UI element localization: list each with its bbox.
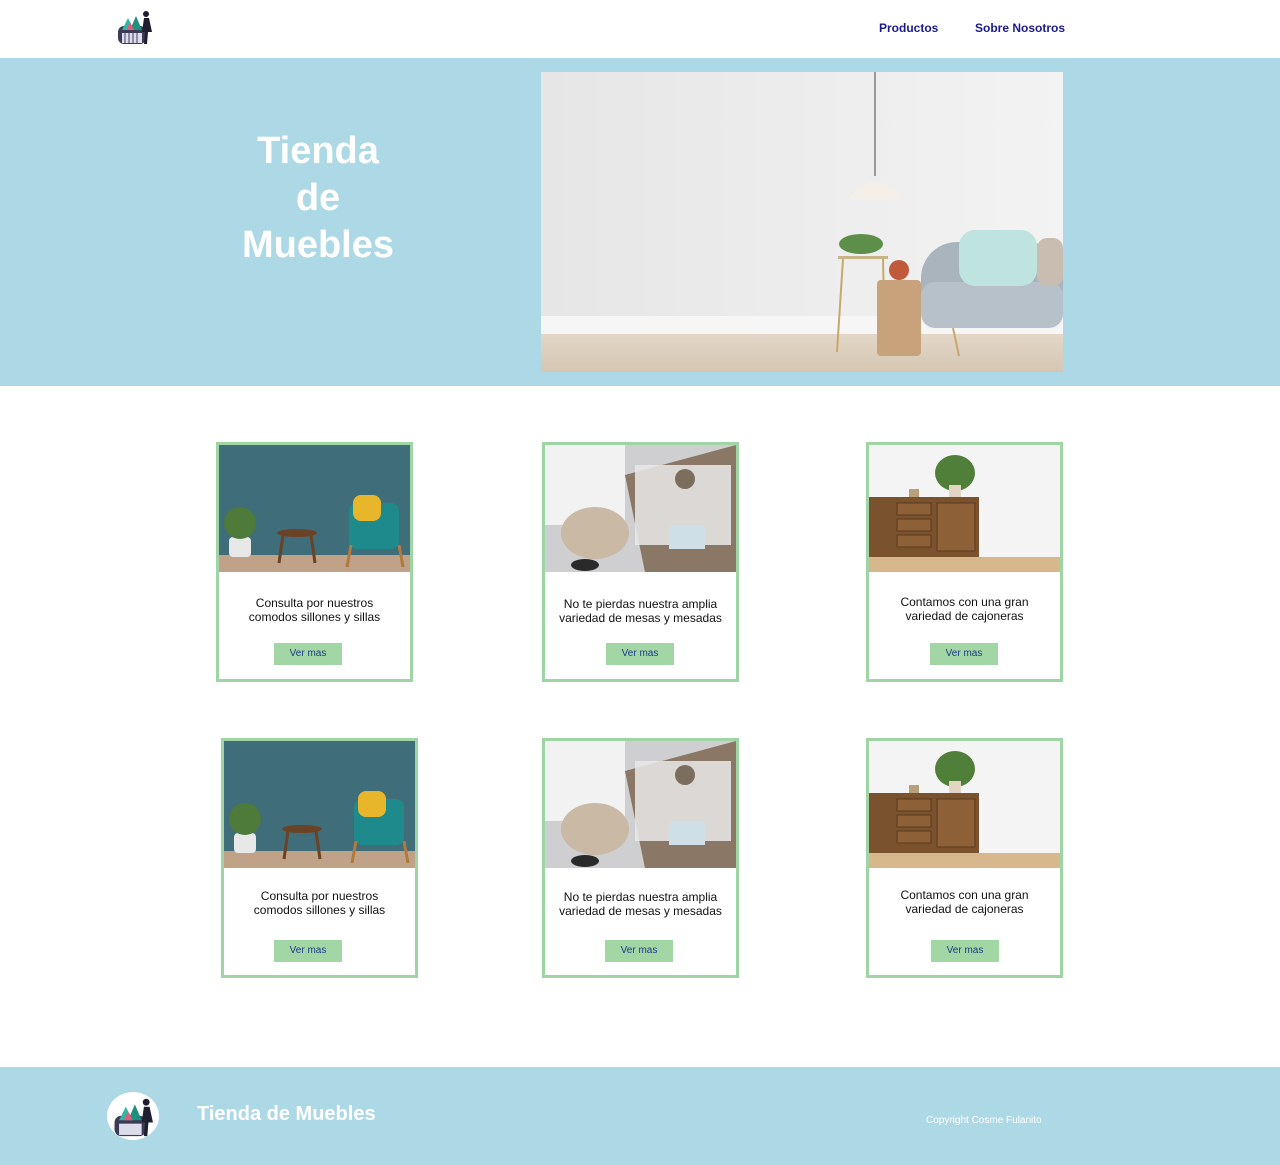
product-card-mesas: No te pierdas nuestra amplia variedad de… bbox=[542, 442, 739, 682]
card-description: No te pierdas nuestra amplia variedad de… bbox=[559, 597, 722, 625]
card-description: No te pierdas nuestra amplia variedad de… bbox=[559, 890, 722, 918]
card-description: Consulta por nuestros comodos sillones y… bbox=[253, 889, 386, 917]
bedside-table-image bbox=[545, 741, 736, 868]
ver-mas-button[interactable]: Ver mas bbox=[274, 643, 342, 665]
product-card-cajoneras: Contamos con una gran variedad de cajone… bbox=[866, 442, 1063, 682]
site-header: Productos Sobre Nosotros bbox=[0, 0, 1280, 58]
product-card-mesas: No te pierdas nuestra amplia variedad de… bbox=[542, 738, 739, 978]
hero-banner: Tienda de Muebles bbox=[0, 58, 1280, 386]
ver-mas-button[interactable]: Ver mas bbox=[930, 643, 998, 665]
product-card-sillones: Consulta por nuestros comodos sillones y… bbox=[216, 442, 413, 682]
hero-title-line: de bbox=[295, 177, 341, 219]
sideboard-image bbox=[869, 445, 1060, 572]
store-logo-icon bbox=[107, 1092, 159, 1140]
nav-productos[interactable]: Productos bbox=[879, 21, 938, 35]
product-card-sillones: Consulta por nuestros comodos sillones y… bbox=[221, 738, 418, 978]
nav-sobre-nosotros[interactable]: Sobre Nosotros bbox=[975, 21, 1065, 35]
ver-mas-button[interactable]: Ver mas bbox=[931, 940, 999, 962]
product-card-cajoneras: Contamos con una gran variedad de cajone… bbox=[866, 738, 1063, 978]
armchair-image bbox=[224, 741, 415, 868]
hero-title-line: Muebles bbox=[241, 224, 395, 266]
card-description: Contamos con una gran variedad de cajone… bbox=[900, 595, 1029, 623]
ver-mas-button[interactable]: Ver mas bbox=[274, 940, 342, 962]
armchair-image bbox=[219, 445, 410, 572]
ver-mas-button[interactable]: Ver mas bbox=[605, 940, 673, 962]
hero-title-line: Tienda bbox=[257, 130, 379, 172]
site-footer: Tienda de Muebles Copyright Cosme Fulani… bbox=[0, 1067, 1280, 1165]
hero-title: Tienda de Muebles bbox=[218, 128, 418, 269]
sideboard-image bbox=[869, 741, 1060, 868]
bedside-table-image bbox=[545, 445, 736, 572]
store-logo-icon[interactable] bbox=[114, 8, 160, 48]
ver-mas-button[interactable]: Ver mas bbox=[606, 643, 674, 665]
footer-copyright: Copyright Cosme Fulanito bbox=[926, 1115, 1042, 1126]
card-description: Consulta por nuestros comodos sillones y… bbox=[248, 596, 381, 624]
footer-title: Tienda de Muebles bbox=[197, 1103, 376, 1125]
living-room-sofa-lamp-image bbox=[541, 72, 1063, 372]
card-description: Contamos con una gran variedad de cajone… bbox=[900, 888, 1029, 916]
